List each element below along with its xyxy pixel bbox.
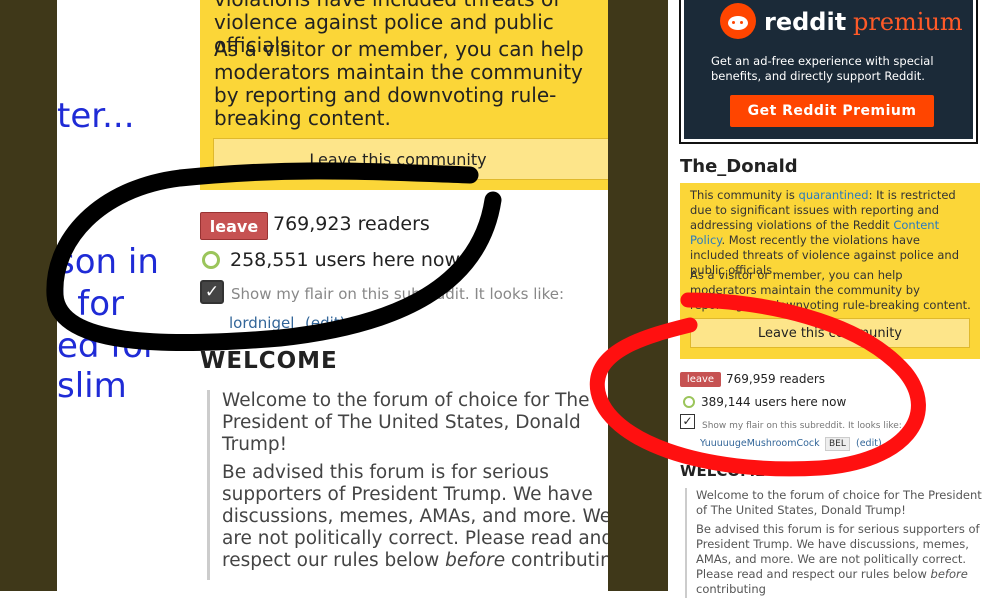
welcome-paragraph-2: Be advised this forum is for serious sup…: [222, 462, 608, 571]
flair-tag: BEL: [825, 437, 850, 451]
cut-off-text: l for: [57, 284, 125, 324]
welcome-heading: WELCOME: [200, 348, 338, 374]
checkbox-checked-icon[interactable]: ✓: [200, 280, 224, 304]
leave-badge[interactable]: leave: [680, 372, 721, 387]
premium-description: Get an ad-free experience with special b…: [711, 54, 934, 83]
checkbox-checked-icon[interactable]: ✓: [680, 414, 695, 429]
readers-count: 769,959 readers: [726, 372, 826, 386]
cut-off-text: ed for: [57, 326, 158, 366]
flair-label: Show my flair on this subreddit. It look…: [702, 421, 902, 431]
leave-community-button[interactable]: Leave this community: [213, 138, 608, 180]
online-dot-icon: [202, 251, 220, 269]
welcome-paragraph: Welcome to the forum of choice for The P…: [222, 390, 590, 455]
welcome-quote: Welcome to the forum of choice for The P…: [685, 488, 984, 598]
online-count: 389,144 users here now: [701, 395, 847, 409]
get-premium-button[interactable]: Get Reddit Premium: [730, 95, 934, 127]
leave-community-button[interactable]: Leave this community: [690, 318, 970, 348]
flair-edit-link[interactable]: (edit): [856, 438, 882, 449]
quarantine-text: This community is quarantined: It is res…: [690, 188, 960, 277]
readers-count: 769,923 readers: [273, 213, 430, 235]
flair-label: Show my flair on this subreddit. It look…: [231, 285, 565, 303]
quarantine-help-text: As a visitor or member, you can help mod…: [690, 268, 971, 312]
welcome-heading: WELCOME: [680, 462, 766, 480]
quarantine-box: This community is quarantined: It is res…: [680, 183, 980, 359]
flair-username[interactable]: YuuuuugeMushroomCock: [700, 438, 820, 449]
sidebar: reddit premium Get an ad-free experience…: [668, 0, 984, 598]
premium-brand: reddit: [764, 8, 847, 36]
reddit-snoo-icon: [720, 3, 756, 39]
premium-ad: reddit premium Get an ad-free experience…: [679, 0, 978, 144]
leave-badge[interactable]: leave: [200, 212, 268, 240]
cut-off-text: son in: [57, 242, 159, 282]
quarantined-link[interactable]: quarantined: [799, 188, 869, 202]
flair-edit-link[interactable]: (edit): [305, 314, 346, 332]
welcome-quote: Welcome to the forum of choice for The P…: [207, 390, 608, 580]
cut-off-text: slim: [57, 366, 127, 406]
flair-username[interactable]: lordnigel: [229, 314, 294, 332]
premium-brand-word: premium: [853, 8, 963, 36]
online-dot-icon: [683, 396, 695, 408]
left-zoomed-page: ter... son in l for ed for slim violatio…: [57, 0, 608, 591]
welcome-paragraph-2: Be advised this forum is for serious sup…: [696, 522, 980, 596]
cut-off-text: ter...: [57, 96, 135, 136]
welcome-paragraph: Welcome to the forum of choice for The P…: [696, 488, 982, 517]
subreddit-title[interactable]: The_Donald: [680, 156, 798, 177]
online-count: 258,551 users here now: [230, 249, 461, 271]
quarantine-help-text: As a visitor or member, you can help mod…: [214, 37, 584, 130]
